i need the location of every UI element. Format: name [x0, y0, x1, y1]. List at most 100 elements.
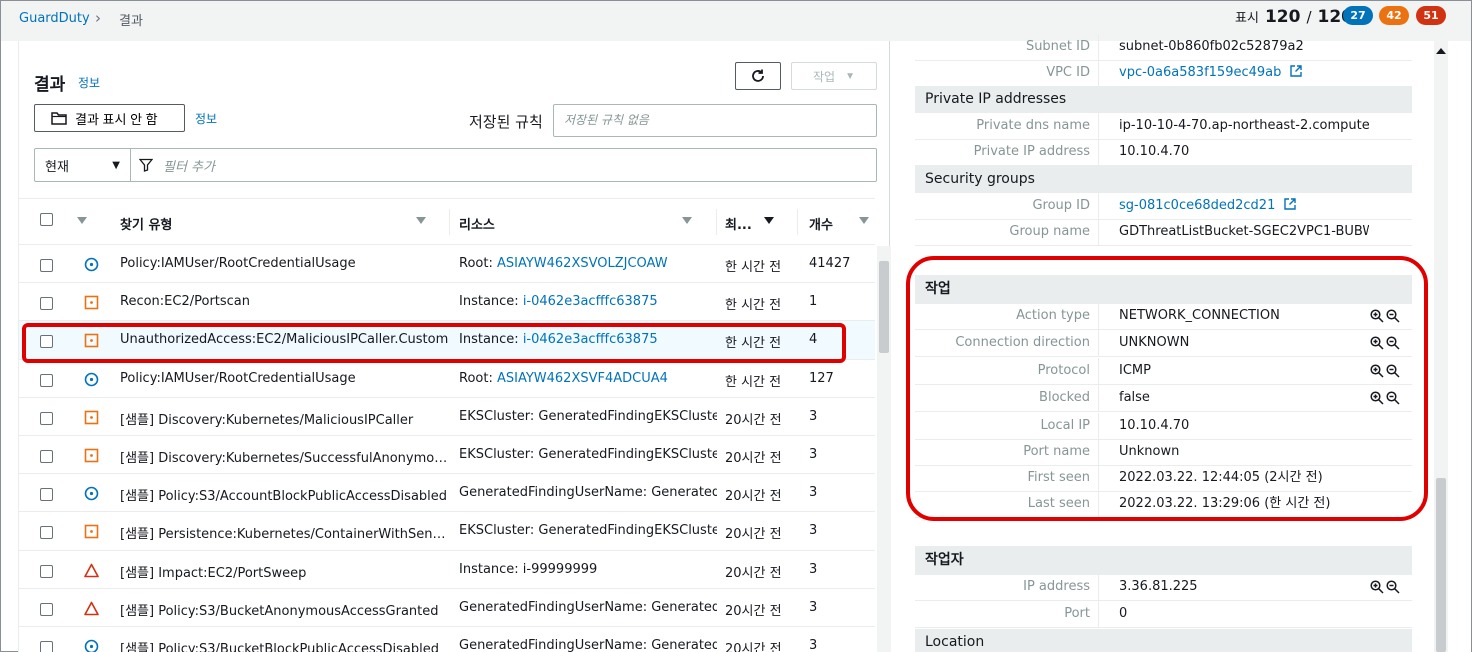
table-row[interactable]: [샘플] Discovery:Kubernetes/SuccessfulAnon… [19, 436, 875, 475]
info-circle-icon [84, 486, 99, 501]
saved-rules-label: 저장된 규칙 [469, 113, 543, 131]
highlight-selected-finding [22, 323, 846, 363]
table-row[interactable]: [샘플] Policy:S3/BucketBlockPublicAccessDi… [19, 627, 875, 652]
detail-value[interactable]: sg-081c0ce68ded2cd21 [1119, 198, 1275, 213]
detail-key: Private dns name [915, 113, 1099, 139]
column-divider [716, 209, 717, 235]
resource-prefix: GeneratedFindingUserName: GeneratedFir [459, 485, 717, 501]
filter-funnel-icon [139, 158, 153, 172]
detail-row: IP address 3.36.81.225 [915, 574, 1412, 601]
finding-type[interactable]: [샘플] Policy:S3/AccountBlockPublicAccessD… [120, 485, 450, 504]
finding-resource: Root: ASIAYW462XSVF4ADCUA4 [459, 371, 717, 386]
table-row[interactable]: Recon:EC2/Portscan Instance: i-0462e3acff… [19, 283, 875, 322]
row-checkbox[interactable] [40, 449, 53, 463]
row-checkbox[interactable] [40, 526, 53, 540]
resource-link[interactable]: i-0462e3acfffc63875 [523, 294, 658, 309]
detail-row: Private IP address 10.10.4.70 [915, 139, 1412, 166]
detail-row: Group name GDThreatListBucket-SGEC2VPC1-B… [915, 219, 1412, 246]
row-checkbox[interactable] [40, 297, 53, 311]
finding-count: 1 [809, 294, 818, 310]
table-scrollbar-thumb[interactable] [879, 261, 889, 353]
zoom-in-icon[interactable] [1370, 580, 1384, 594]
finding-count: 127 [809, 370, 834, 386]
finding-type[interactable]: [샘플] Discovery:Kubernetes/MaliciousIPCal… [120, 409, 450, 428]
zoom-out-icon[interactable] [1386, 580, 1400, 594]
table-header: 찾기 유형 리소스 최... 개수 [19, 198, 875, 245]
row-checkbox[interactable] [40, 259, 53, 272]
suppress-findings-button[interactable]: 결과 표시 안 함 [34, 104, 185, 132]
finding-resource: GeneratedFindingUserName: GeneratedFir [459, 638, 717, 652]
resource-prefix: EKSCluster: GeneratedFindingEKSClusterN [459, 523, 717, 539]
saved-rules-select[interactable]: 저장된 규칙 없음 [553, 104, 877, 137]
warning-triangle-icon [84, 563, 99, 577]
actions-dropdown-button[interactable]: 작업 ▼ [791, 62, 877, 90]
row-checkbox[interactable] [40, 373, 53, 387]
table-row[interactable]: [샘플] Policy:S3/BucketAnonymousAccessGran… [19, 589, 875, 627]
refresh-button[interactable] [735, 62, 781, 90]
finding-updated: 20시간 전 [725, 641, 782, 652]
table-row[interactable]: [샘플] Policy:S3/AccountBlockPublicAccessD… [19, 474, 875, 513]
header-type[interactable]: 찾기 유형 [120, 214, 172, 233]
updated-sort-desc-icon[interactable] [764, 217, 774, 224]
detail-section-header: 작업자 [915, 546, 1412, 575]
row-checkbox[interactable] [40, 640, 53, 652]
finding-count: 3 [809, 637, 818, 652]
finding-type[interactable]: Policy:IAMUser/RootCredentialUsage [120, 256, 450, 271]
breadcrumb-guardduty[interactable]: GuardDuty [19, 11, 90, 26]
suppress-info-link[interactable]: 정보 [195, 110, 217, 127]
table-row[interactable]: Policy:IAMUser/RootCredentialUsage Root: … [19, 245, 875, 284]
detail-value-cell: GDThreatListBucket-SGEC2VPC1-BUBWC2NXXXX… [1119, 219, 1369, 245]
details-scrollbar-thumb[interactable] [1436, 478, 1446, 652]
finding-type[interactable]: [샘플] Persistence:Kubernetes/ContainerWit… [120, 523, 450, 542]
header-count[interactable]: 개수 [809, 214, 833, 233]
detail-value-cell: subnet-0b860fb02c52879a2 [1119, 34, 1369, 60]
resource-prefix: Instance: [459, 294, 523, 310]
severity-low-badge[interactable]: 27 [1343, 6, 1373, 25]
finding-type[interactable]: [샘플] Policy:S3/BucketAnonymousAccessGran… [120, 600, 450, 619]
detail-key: IP address [915, 574, 1099, 600]
finding-type[interactable]: [샘플] Policy:S3/BucketBlockPublicAccessDi… [120, 638, 450, 652]
finding-type[interactable]: [샘플] Impact:EC2/PortSweep [120, 562, 450, 581]
detail-value: 3.36.81.225 [1119, 579, 1198, 594]
detail-value-cell: sg-081c0ce68ded2cd21 [1119, 193, 1369, 219]
table-row[interactable]: [샘플] Persistence:Kubernetes/ContainerWit… [19, 512, 875, 551]
detail-row: Port 0 [915, 601, 1412, 628]
resource-link[interactable]: ASIAYW462XSVOLZJCOAW [497, 256, 668, 271]
severity-medium-badge[interactable]: 42 [1379, 6, 1409, 25]
finding-updated: 20시간 전 [725, 489, 782, 505]
row-checkbox[interactable] [40, 602, 53, 616]
row-checkbox[interactable] [40, 564, 53, 578]
row-checkbox[interactable] [40, 488, 53, 502]
scroll-up-icon[interactable] [1436, 48, 1446, 54]
header-updated[interactable]: 최... [725, 214, 752, 233]
resource-sort-icon[interactable] [682, 217, 692, 224]
page-title: 결과 [34, 75, 66, 95]
resource-link[interactable]: ASIAYW462XSVF4ADCUA4 [497, 371, 668, 386]
type-sort-icon[interactable] [416, 217, 426, 224]
detail-section-header: Private IP addresses [915, 86, 1412, 113]
filter-input[interactable]: 필터 추가 [139, 149, 215, 181]
select-all-checkbox[interactable] [40, 213, 53, 226]
table-row[interactable]: [샘플] Impact:EC2/PortSweep Instance: i-999… [19, 551, 875, 589]
external-link-icon[interactable] [1289, 65, 1302, 77]
detail-value[interactable]: vpc-0a6a583f159ec49ab [1119, 65, 1281, 80]
zoom-controls [1370, 580, 1400, 594]
header-resource[interactable]: 리소스 [459, 214, 495, 233]
finding-type[interactable]: Policy:IAMUser/RootCredentialUsage [120, 371, 450, 386]
count-sort-icon[interactable] [859, 217, 869, 224]
filter-bar: 현재 ▼ 필터 추가 [34, 148, 877, 182]
square-dot-icon [84, 448, 99, 463]
finding-type[interactable]: Recon:EC2/Portscan [120, 294, 450, 309]
finding-updated: 20시간 전 [725, 527, 782, 543]
row-checkbox[interactable] [40, 411, 53, 425]
detail-key: Group ID [915, 193, 1099, 219]
filter-scope-select[interactable]: 현재 ▼ [35, 149, 131, 181]
table-row[interactable]: Policy:IAMUser/RootCredentialUsage Root: … [19, 360, 875, 398]
severity-high-badge[interactable]: 51 [1416, 6, 1446, 25]
title-info-link[interactable]: 정보 [78, 74, 100, 91]
external-link-icon[interactable] [1283, 198, 1296, 210]
table-row[interactable]: [샘플] Discovery:Kubernetes/MaliciousIPCal… [19, 398, 875, 436]
finding-type[interactable]: [샘플] Discovery:Kubernetes/SuccessfulAnon… [120, 447, 450, 466]
square-dot-icon [84, 410, 99, 425]
severity-sort-icon[interactable] [77, 217, 87, 224]
